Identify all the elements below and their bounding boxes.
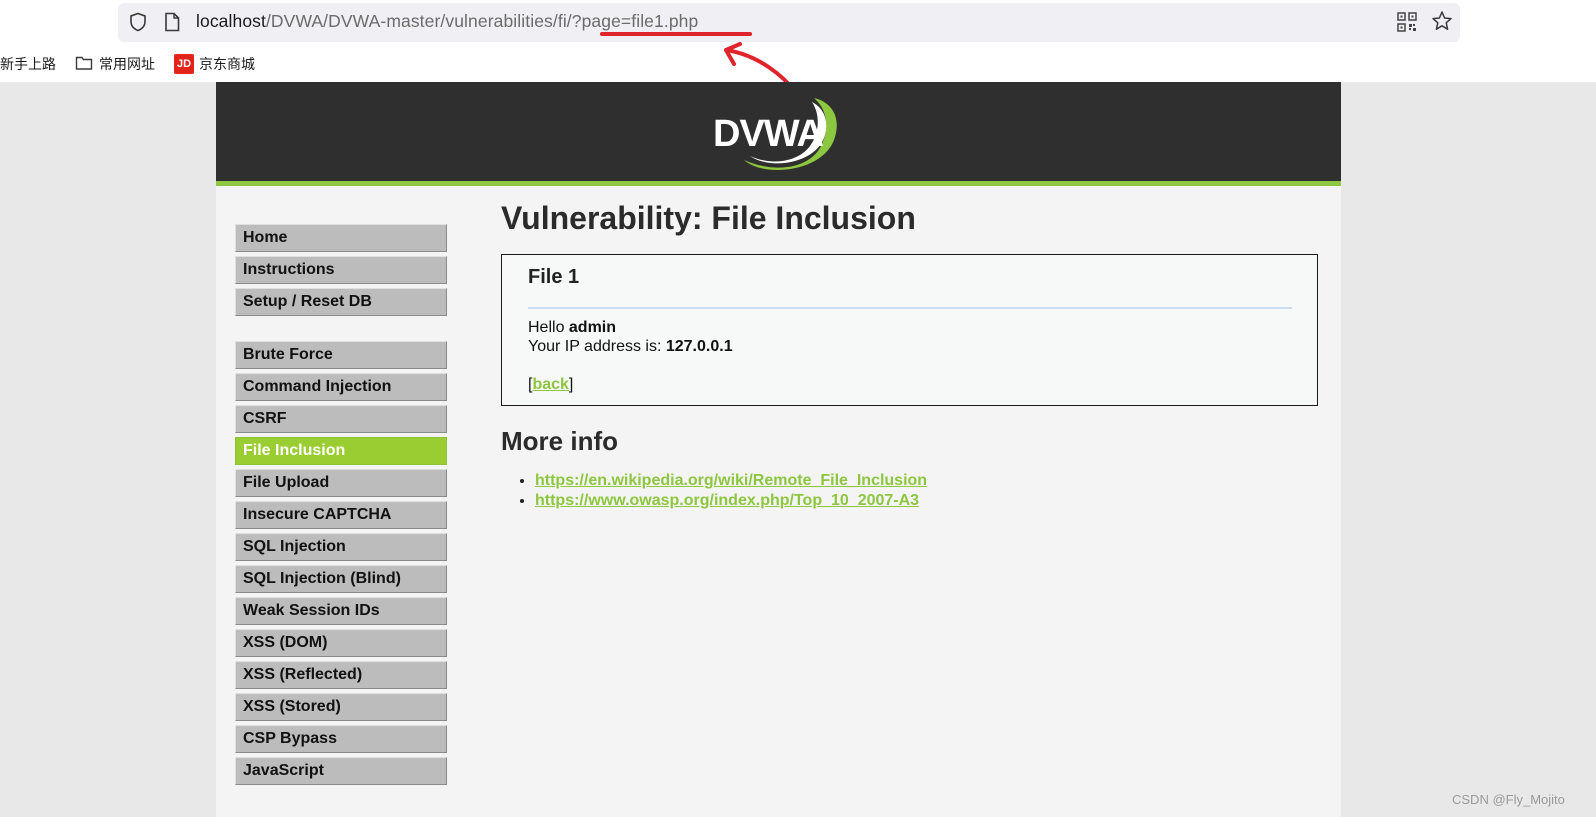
page-title: Vulnerability: File Inclusion [501,200,916,236]
menu-item-instructions[interactable]: Instructions [235,256,447,284]
ip-prefix: Your IP address is: [528,338,666,355]
bracket-close: ] [568,376,574,393]
jd-logo-icon: JD [174,54,194,74]
menu-item-file-upload[interactable]: File Upload [235,469,447,497]
url-host: localhost [196,11,266,31]
menu-item-xss-reflected[interactable]: XSS (Reflected) [235,661,447,689]
hello-prefix: Hello [528,319,569,336]
page-icon[interactable] [163,12,181,32]
dvwa-page: DVWA Home Instructions Setup / Reset DB … [216,82,1341,817]
file-heading: File 1 [528,266,580,288]
list-item: https://en.wikipedia.org/wiki/Remote_Fil… [535,472,927,490]
menu-item-insecure-captcha[interactable]: Insecure CAPTCHA [235,501,447,529]
menu-item-xss-stored[interactable]: XSS (Stored) [235,693,447,721]
dvwa-logo: DVWA [713,98,837,171]
more-info-heading: More info [501,426,618,456]
bookmark-star-icon[interactable] [1431,10,1453,32]
menu-item-weak-session-ids[interactable]: Weak Session IDs [235,597,447,625]
menu-item-file-inclusion[interactable]: File Inclusion [235,437,447,465]
hello-line: Hello admin [528,319,616,337]
qr-code-icon[interactable] [1397,12,1417,32]
menu-item-setup-reset-db[interactable]: Setup / Reset DB [235,288,447,316]
watermark: CSDN @Fly_Mojito [1452,792,1565,807]
list-item: https://www.owasp.org/index.php/Top_10_2… [535,492,927,510]
menu-item-sql-injection-blind[interactable]: SQL Injection (Blind) [235,565,447,593]
ip-address: 127.0.0.1 [665,338,733,355]
menu-item-xss-dom[interactable]: XSS (DOM) [235,629,447,657]
ip-line: Your IP address is: 127.0.0.1 [528,338,733,356]
back-link[interactable]: back [532,376,568,393]
bookmark-common-sites[interactable]: 常用网址 [99,54,155,74]
vulnerable-code-area: File 1 Hello admin Your IP address is: 1… [501,254,1318,406]
dvwa-header: DVWA [216,82,1341,186]
shield-icon[interactable] [128,12,148,32]
bookmark-jd[interactable]: 京东商城 [199,54,255,74]
more-info-list: https://en.wikipedia.org/wiki/Remote_Fil… [535,472,927,512]
annotation-underline [600,32,752,36]
wikipedia-link[interactable]: https://en.wikipedia.org/wiki/Remote_Fil… [535,472,927,489]
url-text[interactable]: localhost/DVWA/DVWA-master/vulnerabiliti… [196,11,698,32]
svg-text:DVWA: DVWA [713,113,824,155]
menu-item-csrf[interactable]: CSRF [235,405,447,433]
owasp-link[interactable]: https://www.owasp.org/index.php/Top_10_2… [535,492,919,509]
browser-chrome: localhost/DVWA/DVWA-master/vulnerabiliti… [0,0,1596,97]
divider [528,307,1292,309]
back-line: [back] [528,376,573,394]
menu-item-command-injection[interactable]: Command Injection [235,373,447,401]
menu-item-javascript[interactable]: JavaScript [235,757,447,785]
menu-item-home[interactable]: Home [235,224,447,252]
url-path: /DVWA/DVWA-master/vulnerabilities/fi/?pa… [265,11,699,31]
bookmark-newbie[interactable]: 新手上路 [0,54,56,74]
username: admin [568,319,617,336]
menu-item-sql-injection[interactable]: SQL Injection [235,533,447,561]
folder-icon [75,56,93,70]
menu-item-brute-force[interactable]: Brute Force [235,341,447,369]
menu-item-csp-bypass[interactable]: CSP Bypass [235,725,447,753]
